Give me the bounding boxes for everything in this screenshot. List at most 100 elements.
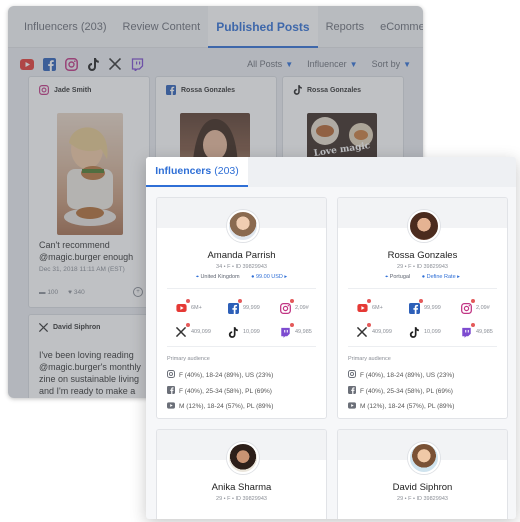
notification-dot xyxy=(367,299,371,303)
influencer-location: ⌖ Portugal ● Define Rate ▸ xyxy=(338,274,507,281)
stat-youtube: 6M+ xyxy=(356,299,383,314)
influencer-meta: 34 • F • ID 39829943 xyxy=(216,264,267,270)
facebook-icon[interactable] xyxy=(42,57,56,71)
stat-value: 409,099 xyxy=(372,329,392,335)
influencer-name[interactable]: Rossa Gonzales xyxy=(338,250,507,261)
twitch-icon[interactable] xyxy=(130,57,144,71)
influencer-card[interactable]: Rossa Gonzales 29 • F • ID 39829943 ⌖ Por… xyxy=(337,197,508,419)
sort-by-label: Sort by xyxy=(371,59,401,69)
stat-value: 10,099 xyxy=(424,329,441,335)
tab-reports[interactable]: Reports xyxy=(318,6,373,48)
notification-dot xyxy=(471,299,475,303)
youtube-icon xyxy=(167,402,175,411)
influencer-name[interactable]: Amanda Parrish xyxy=(157,250,326,261)
avatar xyxy=(226,210,259,242)
instagram-icon xyxy=(167,370,175,380)
tab-ecommerce[interactable]: eCommerce xyxy=(372,6,423,48)
stat-x: 409,099 xyxy=(356,323,392,338)
stat-tiktok: 10,099 xyxy=(227,326,260,338)
author-name: Jade Smith xyxy=(54,86,92,94)
influencer-card[interactable]: Anika Sharma 29 • F • ID 39829943 xyxy=(156,429,327,519)
rate-text: 99.00 USD xyxy=(255,274,283,280)
influencer-card[interactable]: Amanda Parrish 34 • F • ID 39829943 ⌖ Uni… xyxy=(156,197,327,419)
stat-value: 6M+ xyxy=(372,305,383,311)
stat-value: 409,099 xyxy=(191,329,211,335)
facebook-icon xyxy=(408,299,423,314)
all-posts-dropdown[interactable]: All Posts ▼ xyxy=(247,59,293,69)
audience-text: F (40%), 18-24 (89%), US (23%) xyxy=(360,371,455,379)
rate-button[interactable]: ● Define Rate ▸ xyxy=(422,274,460,280)
all-posts-label: All Posts xyxy=(247,59,283,69)
notification-dot xyxy=(367,323,371,327)
comments-value: 100 xyxy=(47,288,59,296)
youtube-icon xyxy=(348,402,356,411)
post-author: Jade Smith xyxy=(29,77,149,103)
facebook-icon xyxy=(167,386,175,396)
influencer-card[interactable]: David Siphron 29 • F • ID 39829943 xyxy=(337,429,508,519)
influencer-label: Influencer xyxy=(307,59,347,69)
post-caption: Can't recommend @magic.burger enough xyxy=(39,240,134,262)
x-icon[interactable] xyxy=(108,57,122,71)
stat-x: 409,099 xyxy=(175,323,211,338)
chevron-down-icon: ▼ xyxy=(403,60,411,69)
x-icon xyxy=(39,323,48,332)
post-image[interactable] xyxy=(57,113,123,235)
facebook-icon xyxy=(348,386,356,396)
stat-value: 99,999 xyxy=(243,305,260,311)
tiktok-icon[interactable] xyxy=(86,57,100,71)
influencer-dropdown[interactable]: Influencer ▼ xyxy=(307,59,357,69)
audience-text: F (40%), 25-34 (58%), PL (69%) xyxy=(360,387,453,395)
network-filter xyxy=(20,57,144,71)
comments-count: ▬ 100 xyxy=(39,288,59,296)
sort-by-dropdown[interactable]: Sort by ▼ xyxy=(372,59,411,69)
instagram-icon[interactable] xyxy=(64,57,78,71)
notification-dot xyxy=(186,299,190,303)
notification-dot xyxy=(238,299,242,303)
coin-icon: ● xyxy=(421,274,426,280)
youtube-icon[interactable] xyxy=(20,57,34,71)
tab-influencers[interactable]: Influencers (203) xyxy=(146,157,248,187)
instagram-icon xyxy=(39,85,49,95)
location-text: Portugal xyxy=(389,274,411,280)
stat-value: 6M+ xyxy=(191,305,202,311)
stat-facebook: 99,999 xyxy=(408,299,441,314)
audience-text: F (40%), 25-34 (58%), PL (69%) xyxy=(179,387,272,395)
instagram-icon xyxy=(460,299,475,314)
post-caption: I've been loving reading @magic.burger's… xyxy=(39,350,141,396)
post-card[interactable]: Jade Smith Can't recommend @magic.burger… xyxy=(28,76,150,308)
divider xyxy=(167,346,316,347)
avatar xyxy=(226,442,259,474)
divider xyxy=(167,288,316,289)
audience-row: F (40%), 25-34 (58%), PL (69%) xyxy=(167,386,272,396)
notification-dot xyxy=(419,299,423,303)
audience-text: M (12%), 18-24 (57%), PL (89%) xyxy=(179,403,274,410)
coin-icon: ● xyxy=(251,274,255,280)
avatar xyxy=(407,210,440,242)
tab-published-posts[interactable]: Published Posts xyxy=(208,6,318,48)
influencer-name[interactable]: Anika Sharma xyxy=(157,482,326,493)
tab-influencers[interactable]: Influencers (203) xyxy=(16,6,115,48)
post-card[interactable]: David Siphron I've been loving reading @… xyxy=(28,314,150,398)
location-text: United Kingdom xyxy=(200,274,240,280)
notification-dot xyxy=(471,323,475,327)
rate-button[interactable]: ● 99.00 USD ▸ xyxy=(251,274,287,280)
instagram-icon xyxy=(279,299,294,314)
stat-value: 49,985 xyxy=(295,329,312,335)
panel-tabs: Influencers (203) xyxy=(146,157,516,187)
stat-instagram: 2,09# xyxy=(460,299,490,314)
tab-review-content[interactable]: Review Content xyxy=(115,6,209,48)
tab-count: (203) xyxy=(214,165,239,177)
stat-value: 49,985 xyxy=(476,329,493,335)
influencer-meta: 29 • F • ID 39829943 xyxy=(397,264,448,270)
influencer-meta: 29 • F • ID 39829943 xyxy=(216,496,267,502)
youtube-icon xyxy=(356,299,371,314)
x-icon xyxy=(175,323,190,338)
influencer-name[interactable]: David Siphron xyxy=(338,482,507,493)
main-tabs: Influencers (203) Review Content Publish… xyxy=(8,6,423,48)
influencer-location: ⌖ United Kingdom ● 99.00 USD ▸ xyxy=(157,274,326,281)
tiktok-icon xyxy=(227,326,239,338)
author-name: Rossa Gonzales xyxy=(307,86,362,94)
audience-row: F (40%), 25-34 (58%), PL (69%) xyxy=(348,386,453,396)
twitch-icon xyxy=(279,323,294,338)
more-icon[interactable]: + xyxy=(133,287,143,297)
